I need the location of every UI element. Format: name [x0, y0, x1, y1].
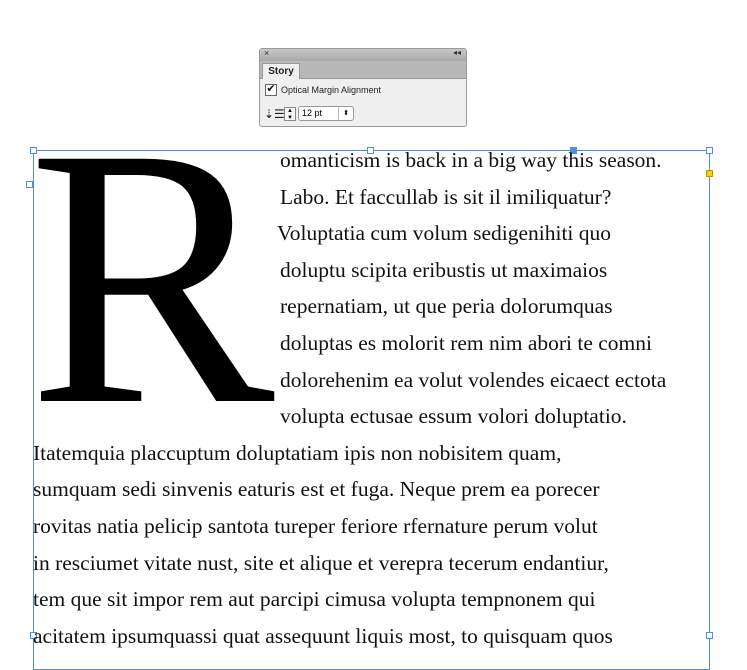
story-line: Voluptatia cum volum sedigenihiti quo: [277, 221, 612, 246]
story-line: Labo. Et faccullab is sit il imiliquatur…: [280, 184, 612, 209]
story-panel: × ◂◂ Story ✔ Optical Margin Alignment ⇣☰…: [259, 48, 467, 127]
frame-handle[interactable]: [706, 632, 713, 639]
story-line: doluptas es molorit rem nim abori te com…: [280, 331, 652, 355]
story-line: repernatiam, ut que peria dolorumquas: [280, 294, 613, 319]
size-field[interactable]: 12 pt ⬍: [298, 106, 354, 121]
story-line: sumquam sedi sinvenis eaturis est et fug…: [33, 477, 600, 502]
optical-margin-option[interactable]: ✔ Optical Margin Alignment: [265, 84, 381, 96]
size-value[interactable]: 12 pt: [302, 108, 322, 118]
story-line: doluptu scipita eribustis ut maximaios: [280, 257, 608, 282]
story-line: rovitas natia pelicip santota tureper fe…: [33, 514, 598, 538]
story-line: volupta ectusae essum volori doluptatio.: [280, 404, 627, 429]
story-line: omanticism is back in a big way this sea…: [280, 148, 662, 172]
size-dropdown-icon[interactable]: ⬍: [338, 107, 353, 120]
story-line: tem que sit impor rem aut parcipi cimusa…: [33, 587, 596, 612]
story-line: dolorehenim ea volut volendes eicaect ec…: [280, 367, 667, 392]
collapse-icon[interactable]: ◂◂: [453, 49, 461, 57]
story-line: Itatemquia placcuptum doluptatiam ipis n…: [33, 440, 562, 465]
story-line: acitatem ipsumquassi quat assequunt liqu…: [33, 623, 613, 648]
out-port-handle[interactable]: [706, 170, 713, 177]
panel-titlebar[interactable]: × ◂◂: [260, 49, 466, 61]
optical-margin-label: Optical Margin Alignment: [281, 85, 382, 95]
size-stepper[interactable]: ▲ ▼: [284, 106, 296, 121]
story-line: in resciumet vitate nust, site et alique…: [33, 550, 609, 575]
frame-handle[interactable]: [706, 147, 713, 154]
close-icon[interactable]: ×: [264, 49, 269, 58]
drop-cap: R: [28, 72, 275, 482]
